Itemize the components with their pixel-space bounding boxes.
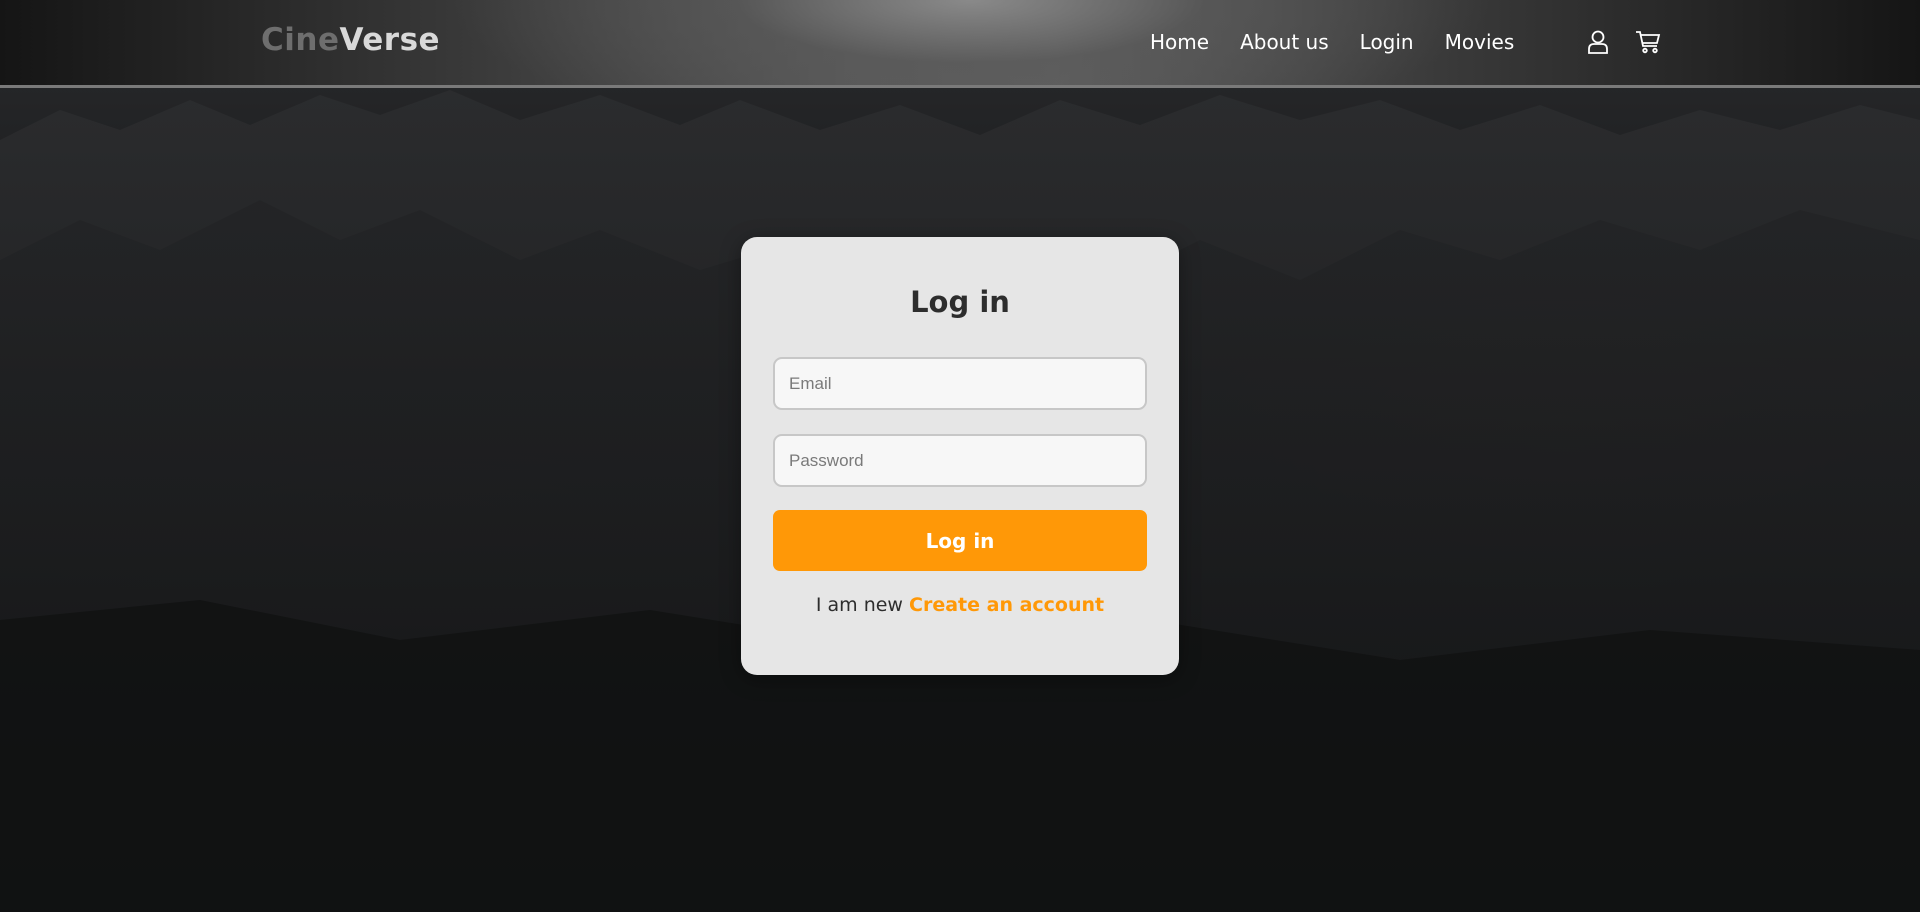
logo-text-cine: Cine xyxy=(261,22,340,58)
email-field[interactable] xyxy=(773,357,1147,410)
login-card: Log in Log in I am new Create an account xyxy=(741,237,1179,675)
signup-prompt: I am new Create an account xyxy=(741,594,1179,616)
login-title: Log in xyxy=(910,285,1010,319)
nav-link-movies[interactable]: Movies xyxy=(1445,30,1515,54)
password-field[interactable] xyxy=(773,434,1147,487)
main-nav: Home About us Login Movies xyxy=(1150,30,1545,54)
nav-link-home[interactable]: Home xyxy=(1150,30,1209,54)
nav-icons xyxy=(1584,28,1662,56)
site-logo[interactable]: CineVerse xyxy=(261,22,440,58)
nav-link-login[interactable]: Login xyxy=(1360,30,1414,54)
cart-icon[interactable] xyxy=(1634,28,1662,56)
signup-prompt-text: I am new xyxy=(815,594,903,616)
nav-link-about-us[interactable]: About us xyxy=(1240,30,1329,54)
top-navbar: CineVerse Home About us Login Movies xyxy=(0,0,1920,88)
user-icon[interactable] xyxy=(1584,28,1612,56)
create-account-link[interactable]: Create an account xyxy=(909,594,1104,616)
login-button[interactable]: Log in xyxy=(773,510,1147,571)
logo-text-verse: Verse xyxy=(339,22,441,58)
